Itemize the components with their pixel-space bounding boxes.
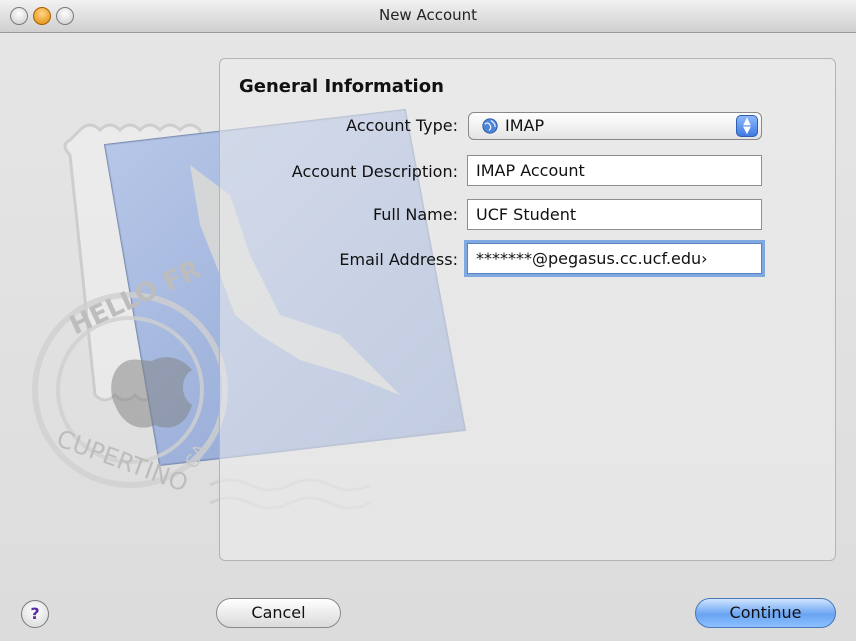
full-name-field[interactable]: UCF Student xyxy=(467,199,762,230)
account-type-label: Account Type: xyxy=(346,116,458,135)
window-title: New Account xyxy=(378,6,478,24)
email-address-label: Email Address: xyxy=(339,250,458,269)
cancel-button[interactable]: Cancel xyxy=(216,598,341,628)
help-button[interactable]: ? xyxy=(21,600,49,628)
new-account-window: New Account HELLO FR CUPERTINO CA Genera… xyxy=(0,0,856,641)
account-description-field[interactable]: IMAP Account xyxy=(467,155,762,186)
full-name-label: Full Name: xyxy=(372,205,458,224)
account-type-value: IMAP xyxy=(505,116,545,135)
section-title: General Information xyxy=(239,76,444,97)
account-description-label: Account Description: xyxy=(291,162,458,181)
email-address-field[interactable]: *******@pegasus.cc.ucf.edu› xyxy=(467,243,762,274)
account-type-popup[interactable]: IMAP ▲ ▼ xyxy=(468,112,762,140)
title-bar: New Account xyxy=(0,0,856,33)
continue-button[interactable]: Continue xyxy=(695,598,836,628)
popup-arrows-icon: ▲ ▼ xyxy=(736,115,758,137)
globe-icon xyxy=(482,118,498,134)
